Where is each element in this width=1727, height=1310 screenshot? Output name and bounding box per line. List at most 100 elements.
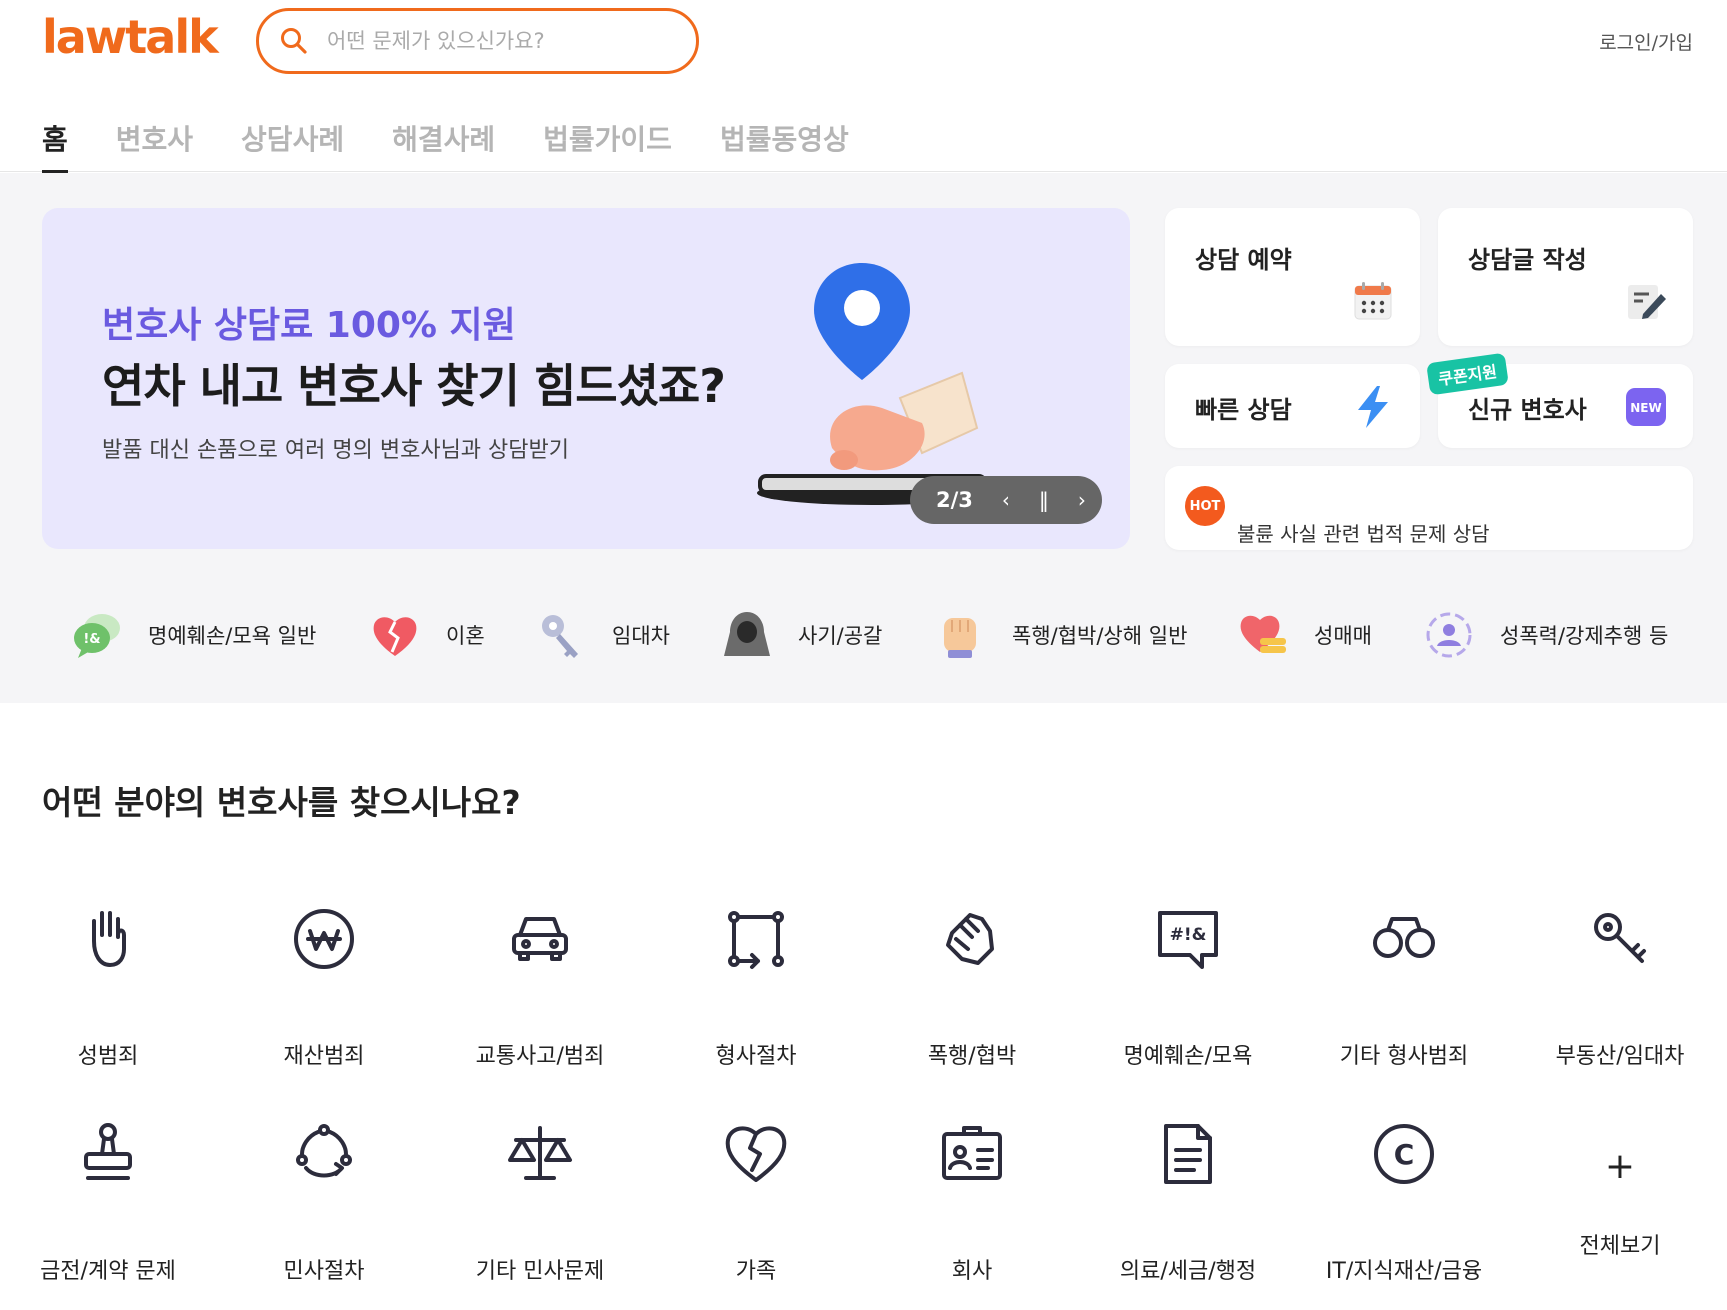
field-label: 재산범죄 — [283, 1044, 365, 1069]
speech-symbols-text: #!& — [1170, 925, 1207, 945]
field-civil-procedure[interactable]: 민사절차 — [224, 1120, 424, 1310]
hot-topic-card[interactable]: HOT 불륜 사실 관련 법적 문제 상담 — [1165, 466, 1693, 550]
tab-consult-cases[interactable]: 상담사례 — [241, 118, 344, 173]
category-label: 폭행/협박/상해 일반 — [1012, 624, 1188, 648]
fist-icon — [944, 618, 976, 658]
field-money-contract[interactable]: 금전/계약 문제 — [8, 1120, 208, 1310]
write-consult-label: 상담글 작성 — [1468, 246, 1587, 274]
copyright-icon: C — [1374, 1124, 1434, 1184]
field-other-civil[interactable]: 기타 민사문제 — [440, 1120, 640, 1310]
section-title: 어떤 분야의 변호사를 찾으시나요? — [42, 783, 521, 822]
hand-icon — [92, 911, 126, 967]
category-strip: !& 명예훼손/모욕 일반 이혼 임대차 사기/공갈 폭행/협박/상해 일반 성… — [0, 600, 1727, 670]
category-assault[interactable]: 폭행/협박/상해 일반 — [934, 600, 1187, 670]
category-label: 임대차 — [612, 624, 670, 648]
field-property-crime[interactable]: 재산범죄 — [224, 905, 424, 1095]
won-coin-icon — [294, 909, 354, 969]
field-assault-threat[interactable]: 폭행/협박 — [872, 905, 1072, 1095]
new-lawyer-label: 신규 변호사 — [1468, 396, 1587, 424]
new-badge-text: NEW — [1630, 401, 1661, 415]
login-signup-link[interactable]: 로그인/가입 — [1599, 28, 1693, 55]
reserve-consult-card[interactable]: 상담 예약 — [1165, 208, 1420, 346]
field-label: 기타 민사문제 — [475, 1259, 605, 1284]
category-sexual-violence[interactable]: 성폭력/강제추행 등 — [1422, 600, 1668, 670]
search-bar[interactable] — [256, 8, 699, 74]
header: lawtalk 로그인/가입 홈 변호사 상담사례 해결사례 법률가이드 법률동… — [0, 0, 1727, 173]
category-prostitution[interactable]: 성매매 — [1236, 600, 1372, 670]
scale-icon — [508, 1126, 572, 1180]
field-family[interactable]: 가족 — [656, 1120, 856, 1310]
speech-symbols-icon: #!& — [1158, 911, 1218, 969]
field-criminal-procedure[interactable]: 형사절차 — [656, 905, 856, 1095]
field-real-estate[interactable]: 부동산/임대차 — [1520, 905, 1720, 1095]
new-badge-icon: NEW — [1626, 388, 1666, 426]
tab-resolved-cases[interactable]: 해결사례 — [392, 118, 495, 173]
chevron-right-icon[interactable]: › — [1071, 488, 1093, 512]
field-company[interactable]: 회사 — [872, 1120, 1072, 1310]
pause-icon[interactable]: ‖ — [1033, 488, 1055, 512]
category-label: 성매매 — [1314, 624, 1372, 648]
category-fraud[interactable]: 사기/공갈 — [720, 600, 882, 670]
new-lawyer-card[interactable]: 쿠폰지원 신규 변호사 NEW — [1426, 352, 1693, 448]
main-tabs: 홈 변호사 상담사례 해결사례 법률가이드 법률동영상 — [42, 118, 897, 173]
field-sex-crime[interactable]: 성범죄 — [8, 905, 208, 1095]
category-label: 사기/공갈 — [798, 624, 883, 648]
cycle-icon — [296, 1124, 352, 1178]
hot-topic-text: 불륜 사실 관련 법적 문제 상담 — [1237, 522, 1490, 546]
svg-text:!&: !& — [83, 632, 100, 647]
field-medical-tax-admin[interactable]: 의료/세금/행정 — [1088, 1120, 1288, 1310]
quick-consult-card[interactable]: 빠른 상담 — [1165, 364, 1420, 448]
view-all-button[interactable]: + 전체보기 — [1520, 1120, 1720, 1310]
id-card-icon — [942, 1126, 1002, 1180]
reserve-consult-label: 상담 예약 — [1195, 246, 1292, 274]
write-consult-card[interactable]: 상담글 작성 — [1438, 208, 1693, 346]
view-all-label: 전체보기 — [1579, 1234, 1661, 1259]
chevron-left-icon[interactable]: ‹ — [995, 488, 1017, 512]
car-icon — [512, 917, 568, 961]
field-label: 금전/계약 문제 — [40, 1259, 176, 1284]
document-icon — [1164, 1124, 1212, 1184]
hot-badge: HOT — [1185, 486, 1225, 526]
field-other-criminal[interactable]: 기타 형사범죄 — [1304, 905, 1504, 1095]
plus-icon: + — [1604, 1146, 1636, 1187]
copyright-text: C — [1394, 1138, 1415, 1171]
field-label: 가족 — [735, 1259, 777, 1284]
field-label: IT/지식재산/금융 — [1325, 1259, 1483, 1284]
category-defamation[interactable]: !& 명예훼손/모욕 일반 — [70, 600, 316, 670]
tab-legal-videos[interactable]: 법률동영상 — [720, 118, 849, 173]
field-traffic[interactable]: 교통사고/범죄 — [440, 905, 640, 1095]
key-icon — [1594, 913, 1646, 963]
speech-bubbles-icon: !& — [74, 614, 120, 658]
key-icon — [542, 615, 578, 658]
location-pin-hand-illustration — [757, 263, 987, 505]
banner-title: 연차 내고 변호사 찾기 힘드셨죠? — [102, 359, 726, 413]
field-defamation[interactable]: #!& 명예훼손/모욕 — [1088, 905, 1288, 1095]
promo-banner[interactable]: 변호사 상담료 100% 지원 연차 내고 변호사 찾기 힘드셨죠? 발품 대신… — [42, 208, 1130, 549]
field-label: 성범죄 — [77, 1044, 139, 1069]
lightning-icon — [1358, 386, 1388, 428]
field-label: 의료/세금/행정 — [1119, 1259, 1257, 1284]
lawtalk-logo[interactable]: lawtalk — [42, 10, 219, 64]
fist-icon — [946, 913, 994, 965]
procedure-icon — [728, 911, 784, 969]
tab-lawyers[interactable]: 변호사 — [116, 118, 193, 173]
field-it-ip-finance[interactable]: C IT/지식재산/금융 — [1304, 1120, 1504, 1310]
category-lease[interactable]: 임대차 — [534, 600, 670, 670]
field-label: 기타 형사범죄 — [1339, 1044, 1469, 1069]
field-label: 교통사고/범죄 — [475, 1044, 605, 1069]
quick-consult-label: 빠른 상담 — [1195, 396, 1292, 424]
write-icon — [1628, 285, 1666, 319]
category-label: 이혼 — [446, 624, 485, 648]
search-icon[interactable] — [279, 26, 309, 56]
tab-legal-guide[interactable]: 법률가이드 — [543, 118, 672, 173]
stamp-icon — [84, 1123, 132, 1180]
category-label: 성폭력/강제추행 등 — [1500, 624, 1669, 648]
calendar-icon — [1354, 282, 1392, 320]
field-label: 명예훼손/모욕 — [1123, 1044, 1253, 1069]
search-input[interactable] — [327, 29, 657, 53]
banner-subtitle: 변호사 상담료 100% 지원 — [102, 305, 516, 346]
category-divorce[interactable]: 이혼 — [368, 600, 485, 670]
field-label: 부동산/임대차 — [1555, 1044, 1685, 1069]
broken-heart-icon — [725, 1126, 787, 1182]
tab-home[interactable]: 홈 — [42, 118, 68, 173]
